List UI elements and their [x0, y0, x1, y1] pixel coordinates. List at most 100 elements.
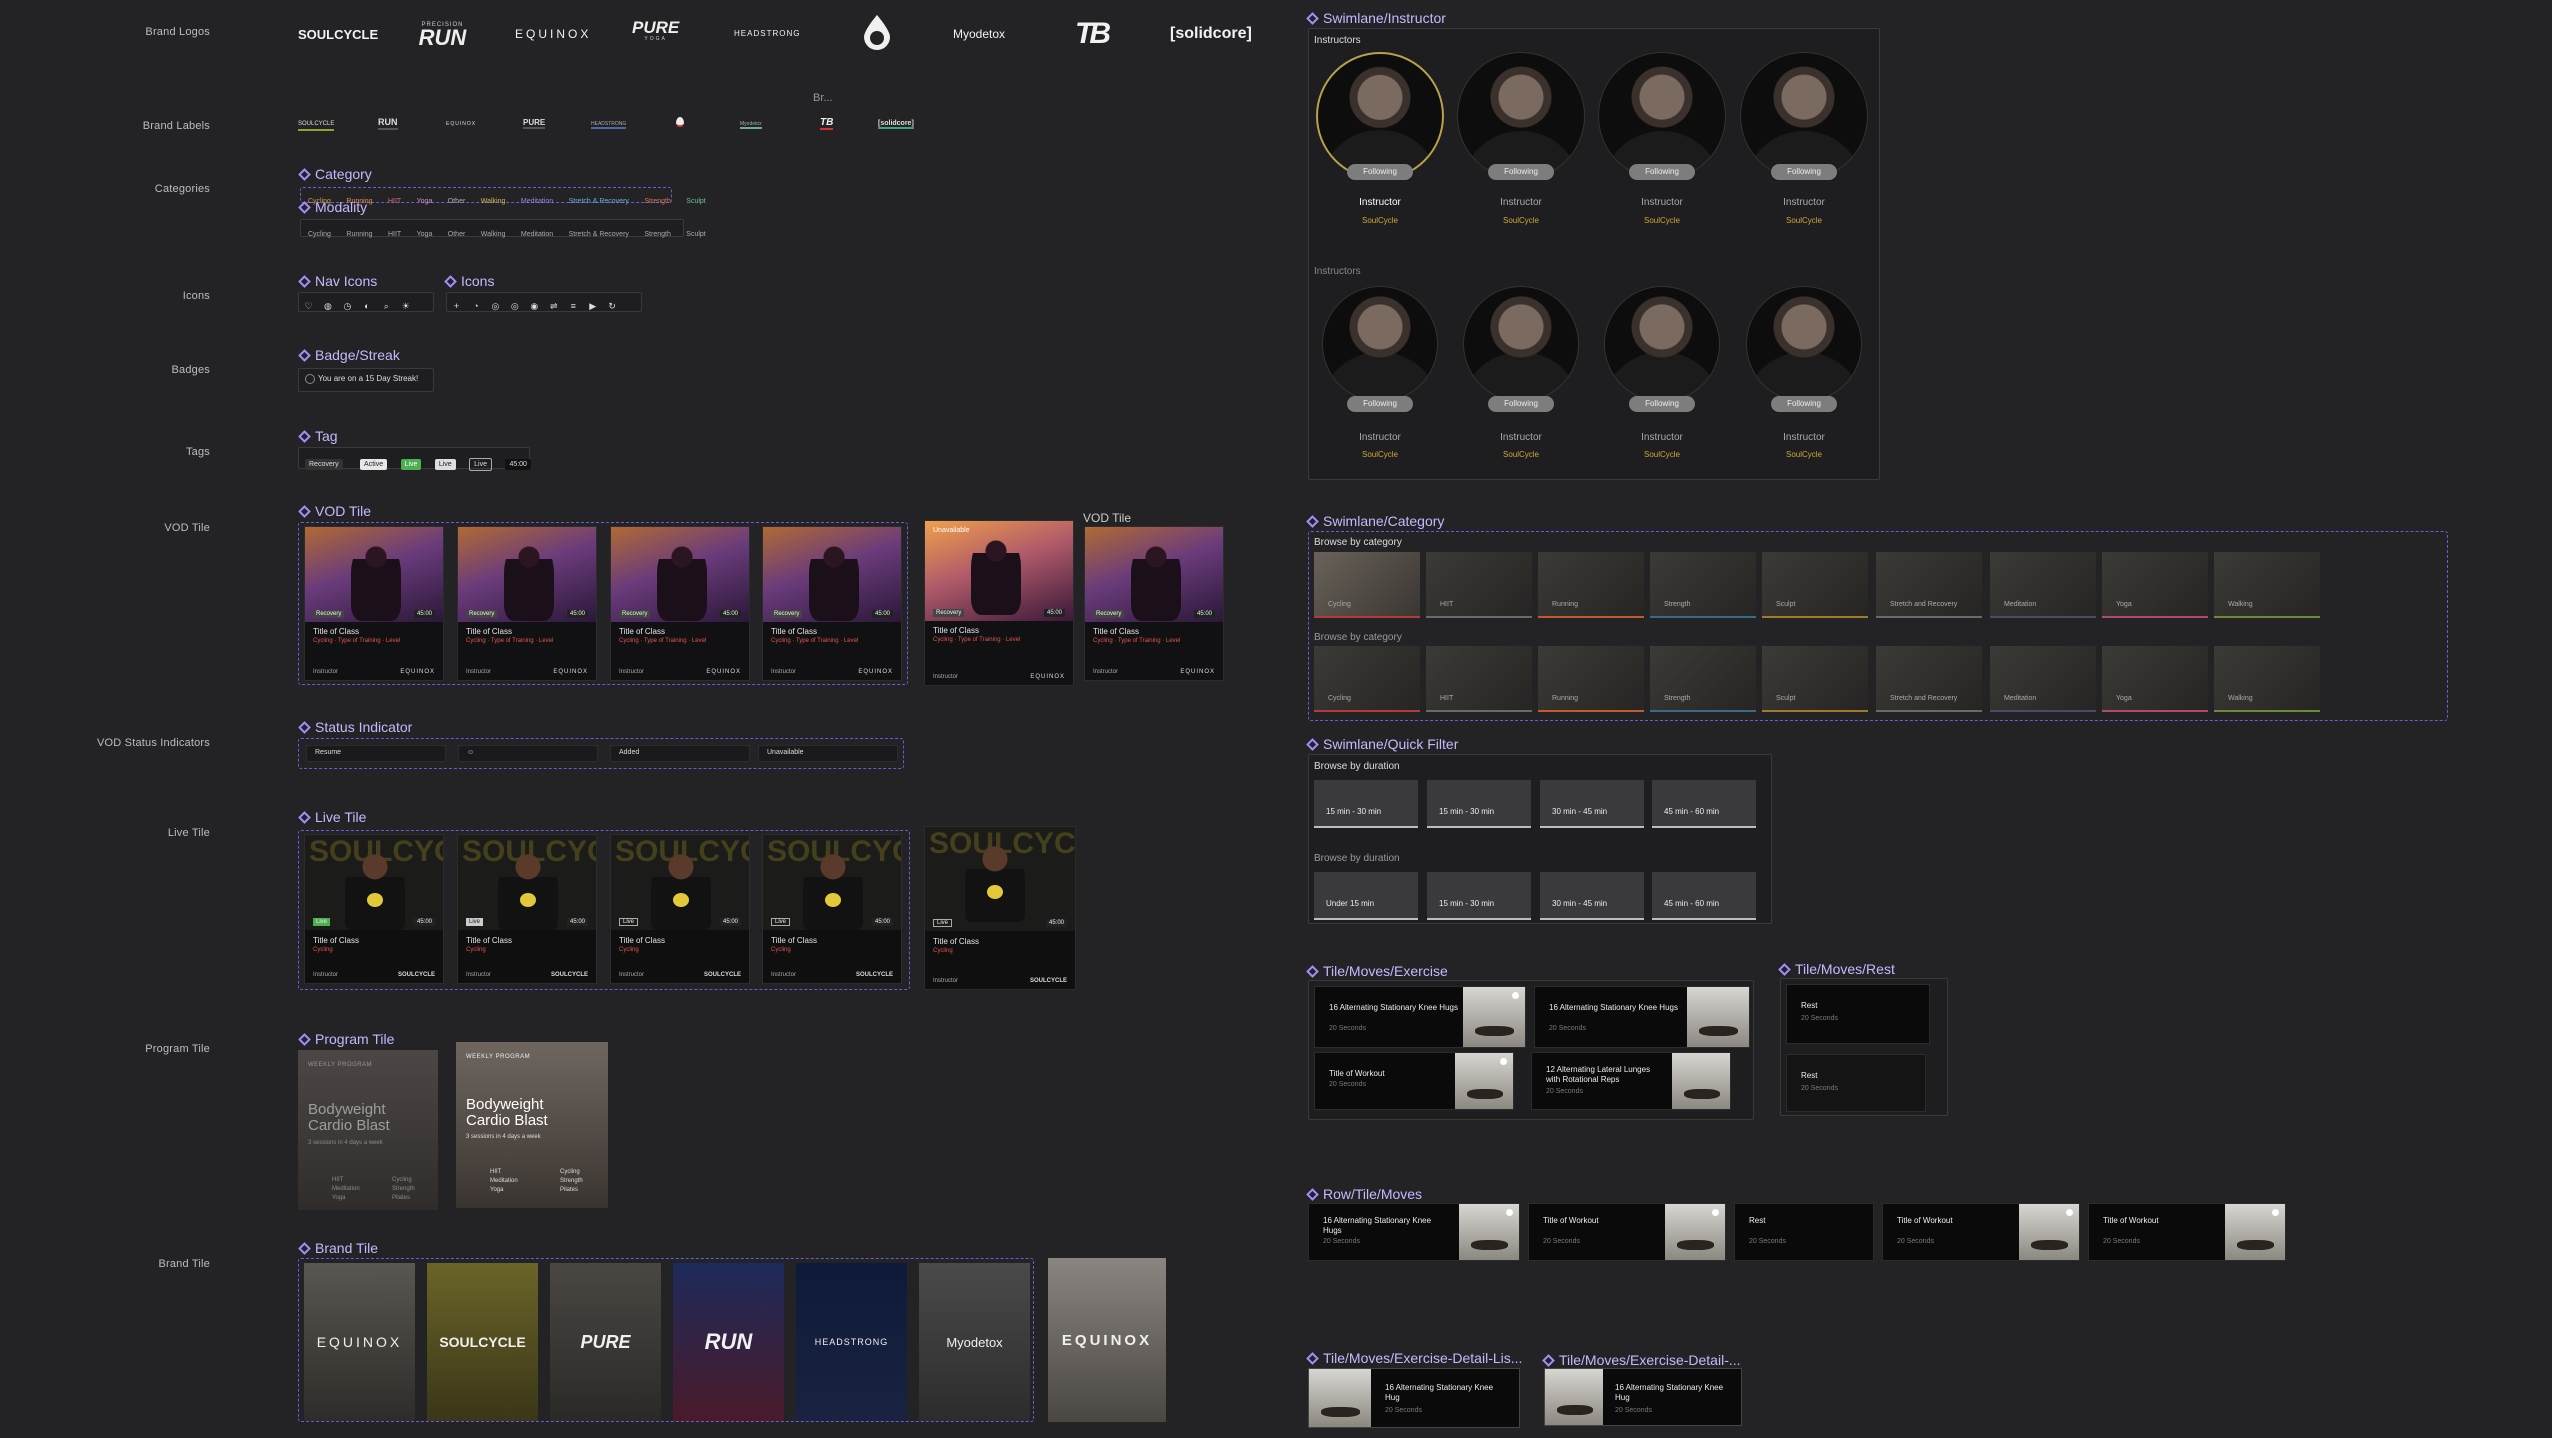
modality-yoga[interactable]: Yoga	[413, 229, 437, 240]
following-button[interactable]: Following	[1629, 164, 1695, 180]
chip-yoga[interactable]: Yoga	[413, 196, 437, 207]
chip-strength[interactable]: Strength	[640, 196, 674, 207]
exercise-tile-1[interactable]: 16 Alternating Stationary Knee Hugs 20 Se…	[1314, 986, 1526, 1048]
target-icon[interactable]: ◎	[488, 301, 503, 312]
category-tile[interactable]: Sculpt	[1762, 646, 1868, 712]
live-tile[interactable]: SOULCYCLE Live 45:00 Title of Class Cycling I…	[610, 834, 750, 984]
live-tile[interactable]: SOULCYCLE Live 45:00 Title of Class Cycling I…	[304, 834, 444, 984]
category-tile[interactable]: Walking	[2214, 552, 2320, 618]
category-tile[interactable]: Cycling	[1314, 552, 1420, 618]
exercise-tile-2[interactable]: 16 Alternating Stationary Knee Hugs 20 Se…	[1534, 986, 1750, 1048]
duration-chip[interactable]: 30 min - 45 min	[1540, 780, 1644, 828]
program-tile-default[interactable]: WEEKLY PROGRAM Bodyweight Cardio Blast 3…	[298, 1050, 438, 1210]
category-tile[interactable]: Stretch and Recovery	[1876, 646, 1982, 712]
duration-chip[interactable]: 15 min - 30 min	[1427, 872, 1531, 920]
category-tile[interactable]: HIIT	[1426, 646, 1532, 712]
globe-icon[interactable]: ◍	[320, 301, 335, 312]
row-move-tile[interactable]: 16 Alternating Stationary Knee Hugs 20 Se…	[1308, 1203, 1520, 1261]
category-tile[interactable]: Strength	[1650, 552, 1756, 618]
chip-hiit[interactable]: HIIT	[384, 196, 405, 207]
duration-chip[interactable]: 45 min - 60 min	[1652, 872, 1756, 920]
instructor-avatar[interactable]	[1740, 52, 1868, 180]
live-tile-hover[interactable]: SOULCYCLE Live 45:00 Title of Class Cycling I…	[924, 826, 1076, 990]
menu-icon[interactable]: ≡	[566, 301, 581, 311]
following-button[interactable]: Following	[1488, 164, 1554, 180]
instructor-avatar[interactable]	[1604, 286, 1720, 402]
play-icon[interactable]: ▶	[585, 301, 600, 312]
category-tile[interactable]: Strength	[1650, 646, 1756, 712]
duration-chip[interactable]: 30 min - 45 min	[1540, 872, 1644, 920]
instructor-avatar[interactable]	[1457, 52, 1585, 180]
modality-cycling[interactable]: Cycling	[304, 229, 335, 240]
modality-other[interactable]: Other	[444, 229, 470, 240]
brand-tile-soulcycle[interactable]: SOULCYCLE	[427, 1263, 538, 1421]
modality-strength[interactable]: Strength	[640, 229, 674, 240]
brand-tile-myodetox[interactable]: Myodetox	[919, 1263, 1030, 1421]
category-tile[interactable]: Meditation	[1990, 552, 2096, 618]
duration-chip[interactable]: 45 min - 60 min	[1652, 780, 1756, 828]
sun-icon[interactable]: ☀	[398, 301, 413, 312]
clock-icon[interactable]: ◷	[340, 301, 355, 312]
category-tile[interactable]: HIIT	[1426, 552, 1532, 618]
brand-tile-equinox-hover[interactable]: EQUINOX	[1048, 1258, 1166, 1422]
chip-other[interactable]: Other	[444, 196, 470, 207]
record-icon[interactable]: ◉	[527, 301, 542, 312]
duration-chip[interactable]: 15 min - 30 min	[1427, 780, 1531, 828]
row-move-tile[interactable]: Title of Workout 20 Seconds	[1882, 1203, 2080, 1261]
following-button[interactable]: Following	[1771, 396, 1837, 412]
swap-icon[interactable]: ⇌	[546, 301, 561, 312]
chip-sculpt[interactable]: Sculpt	[682, 196, 709, 207]
modality-hiit[interactable]: HIIT	[384, 229, 405, 240]
following-button[interactable]: Following	[1347, 396, 1413, 412]
search-icon[interactable]: ⌕	[379, 301, 394, 312]
category-tile[interactable]: Walking	[2214, 646, 2320, 712]
brand-tile-pure[interactable]: PURE	[550, 1263, 661, 1421]
row-move-tile[interactable]: Title of Workout 20 Seconds	[2088, 1203, 2286, 1261]
following-button[interactable]: Following	[1629, 396, 1695, 412]
live-tile[interactable]: SOULCYCLE Live 45:00 Title of Class Cycling I…	[762, 834, 902, 984]
vod-tile-hover[interactable]: Unavailable Recovery 45:00 Title of Class Cy…	[924, 520, 1074, 686]
instructor-avatar[interactable]	[1598, 52, 1726, 180]
brand-tile-equinox[interactable]: EQUINOX	[304, 1263, 415, 1421]
heart-icon[interactable]: ♡	[301, 301, 316, 312]
detail-tile-1[interactable]: 16 Alternating Stationary Knee Hug 20 Sec…	[1308, 1368, 1520, 1428]
plus-icon[interactable]: +	[449, 301, 464, 311]
category-tile[interactable]: Yoga	[2102, 646, 2208, 712]
category-tile[interactable]: Stretch and Recovery	[1876, 552, 1982, 618]
vod-tile-hover[interactable]: Recovery 45:00 Title of Class Cycling · Typ…	[1084, 526, 1224, 681]
brand-tile-run[interactable]: RUN	[673, 1263, 784, 1421]
exercise-tile-3[interactable]: Title of Workout 20 Seconds	[1314, 1052, 1514, 1110]
modality-meditation[interactable]: Meditation	[517, 229, 557, 240]
instructor-avatar[interactable]	[1746, 286, 1862, 402]
vod-tile[interactable]: Recovery 45:00 Title of Class Cycling · Typ…	[457, 526, 597, 681]
live-tile[interactable]: SOULCYCLE Live 45:00 Title of Class Cycling I…	[457, 834, 597, 984]
chip-walking[interactable]: Walking	[477, 196, 510, 207]
vod-tile[interactable]: Recovery 45:00 Title of Class Cycling · Typ…	[304, 526, 444, 681]
detail-tile-2[interactable]: 16 Alternating Stationary Knee Hug 20 Sec…	[1544, 1368, 1742, 1426]
row-move-tile[interactable]: Title of Workout 20 Seconds	[1528, 1203, 1726, 1261]
rest-tile-1[interactable]: Rest 20 Seconds	[1786, 984, 1930, 1044]
category-tile[interactable]: Running	[1538, 552, 1644, 618]
instructor-avatar[interactable]	[1463, 286, 1579, 402]
category-tile[interactable]: Running	[1538, 646, 1644, 712]
following-button[interactable]: Following	[1347, 164, 1413, 180]
vod-tile[interactable]: Recovery 45:00 Title of Class Cycling · Typ…	[762, 526, 902, 681]
instructor-avatar[interactable]	[1322, 286, 1438, 402]
modality-walking[interactable]: Walking	[477, 229, 510, 240]
progress-icon[interactable]: ◔	[468, 301, 483, 311]
modality-running[interactable]: Running	[342, 229, 376, 240]
row-move-tile[interactable]: Rest 20 Seconds	[1734, 1203, 1874, 1261]
chip-stretch[interactable]: Stretch & Recovery	[565, 196, 633, 207]
category-tile[interactable]: Yoga	[2102, 552, 2208, 618]
exercise-tile-4[interactable]: 12 Alternating Lateral Lunges with Rotat…	[1531, 1052, 1731, 1110]
vod-tile[interactable]: Recovery 45:00 Title of Class Cycling · Typ…	[610, 526, 750, 681]
following-button[interactable]: Following	[1771, 164, 1837, 180]
modality-sculpt[interactable]: Sculpt	[682, 229, 709, 240]
category-tile[interactable]: Meditation	[1990, 646, 2096, 712]
instructor-avatar[interactable]	[1316, 52, 1444, 180]
refresh-icon[interactable]: ↻	[605, 301, 620, 312]
brand-tile-headstrong[interactable]: HEADSTRONG	[796, 1263, 907, 1421]
chip-meditation[interactable]: Meditation	[517, 196, 557, 207]
program-tile-hover[interactable]: WEEKLY PROGRAM Bodyweight Cardio Blast 3…	[456, 1042, 608, 1208]
target-alt-icon[interactable]: ◎	[507, 301, 522, 312]
